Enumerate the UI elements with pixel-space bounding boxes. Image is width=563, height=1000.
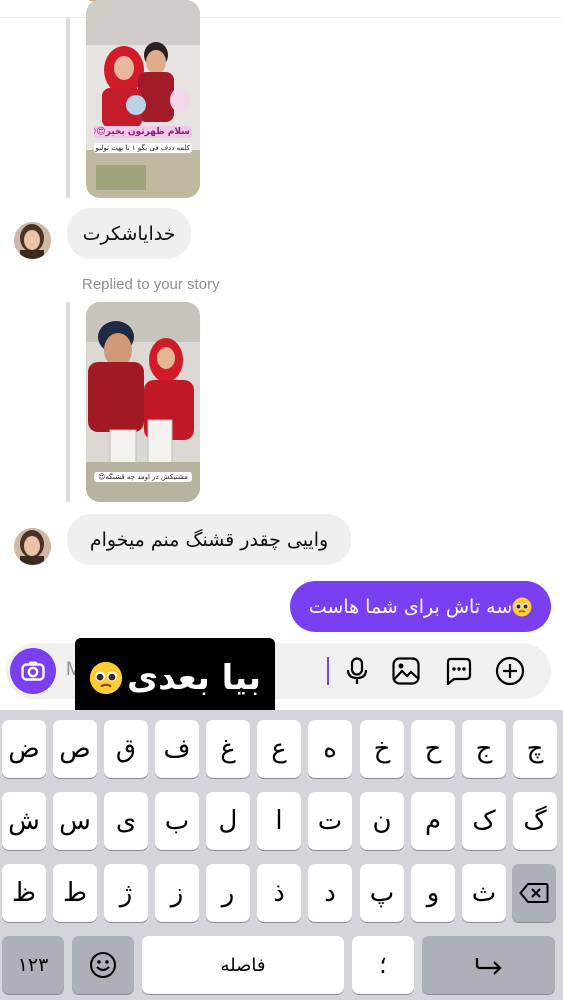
key[interactable]: ق bbox=[104, 720, 148, 778]
key[interactable]: ل bbox=[206, 792, 250, 850]
persian-keyboard: چ ج ح خ ه ع غ ف ق ص ض گ ک م ن ت ا ل ب ی … bbox=[0, 710, 563, 1000]
emoji-key[interactable] bbox=[72, 936, 134, 994]
key[interactable]: ت bbox=[308, 792, 352, 850]
avatar-image bbox=[14, 528, 51, 565]
key[interactable]: ی bbox=[104, 792, 148, 850]
pleading-face-icon bbox=[512, 597, 532, 616]
story-reply-line bbox=[66, 302, 70, 502]
avatar-image bbox=[14, 222, 51, 259]
punctuation-key[interactable]: ؛ bbox=[352, 936, 414, 994]
plus-button[interactable] bbox=[492, 653, 528, 689]
key[interactable]: ن bbox=[360, 792, 404, 850]
key[interactable]: چ bbox=[513, 720, 557, 778]
camera-icon bbox=[21, 661, 45, 681]
key[interactable]: غ bbox=[206, 720, 250, 778]
key[interactable]: گ bbox=[513, 792, 557, 850]
key[interactable]: پ bbox=[360, 864, 404, 922]
key[interactable]: ش bbox=[2, 792, 46, 850]
backspace-key[interactable] bbox=[512, 864, 556, 922]
key[interactable]: ژ bbox=[104, 864, 148, 922]
space-key[interactable]: فاصله bbox=[142, 936, 344, 994]
sender-avatar[interactable] bbox=[14, 222, 51, 259]
key[interactable]: م bbox=[411, 792, 455, 850]
return-icon bbox=[475, 958, 502, 975]
key[interactable]: ج bbox=[462, 720, 506, 778]
gallery-button[interactable] bbox=[388, 653, 424, 689]
message-bubble-incoming[interactable]: خدایاشکرت bbox=[67, 208, 191, 259]
key[interactable]: ز bbox=[155, 864, 199, 922]
key[interactable]: ط bbox=[53, 864, 97, 922]
story-caption-top: سلام ظهرتون بخیر😍😍 bbox=[94, 126, 192, 138]
microphone-icon bbox=[346, 657, 368, 684]
key[interactable]: ص bbox=[53, 720, 97, 778]
key[interactable]: ف bbox=[155, 720, 199, 778]
microphone-button[interactable] bbox=[339, 653, 375, 689]
top-bar-remnant bbox=[0, 0, 563, 18]
emoji-icon bbox=[90, 952, 116, 978]
sticker-button[interactable] bbox=[440, 653, 476, 689]
key[interactable]: ب bbox=[155, 792, 199, 850]
key[interactable]: ه bbox=[308, 720, 352, 778]
story-reply-line bbox=[66, 18, 70, 198]
sender-avatar[interactable] bbox=[14, 528, 51, 565]
key[interactable]: ذ bbox=[257, 864, 301, 922]
plus-icon bbox=[495, 656, 525, 686]
story-caption-bottom: کلمه ددف فی بگو ۱ تا بهت تولیو بدم😍 bbox=[94, 143, 192, 153]
key[interactable]: ک bbox=[462, 792, 506, 850]
pleading-face-icon bbox=[89, 661, 123, 694]
key[interactable]: س bbox=[53, 792, 97, 850]
replied-to-story-label: Replied to your story bbox=[82, 276, 220, 293]
key[interactable]: خ bbox=[360, 720, 404, 778]
message-bubble-incoming[interactable]: واییی چقدر قشنگ منم میخوام bbox=[67, 514, 351, 565]
key[interactable]: ر bbox=[206, 864, 250, 922]
backspace-icon bbox=[519, 883, 549, 903]
story-caption: مشتیکش در اومد چه قشنگه😍 bbox=[94, 472, 192, 482]
message-text: سه تاش برای شما هاست bbox=[308, 595, 513, 618]
dm-screen: سلام ظهرتون بخیر😍😍 کلمه ددف فی بگو ۱ تا … bbox=[0, 0, 563, 1000]
key[interactable]: ع bbox=[257, 720, 301, 778]
message-bubble-outgoing[interactable]: سه تاش برای شما هاست bbox=[290, 581, 551, 632]
key[interactable]: ا bbox=[257, 792, 301, 850]
numbers-key[interactable]: ۱۲۳ bbox=[2, 936, 64, 994]
key[interactable]: ح bbox=[411, 720, 455, 778]
key[interactable]: ض bbox=[2, 720, 46, 778]
text-sticker-overlay[interactable]: بیا بعدی bbox=[75, 638, 275, 717]
key[interactable]: ظ bbox=[2, 864, 46, 922]
sticker-chat-icon bbox=[446, 657, 472, 685]
key[interactable]: د bbox=[308, 864, 352, 922]
story-thumbnail[interactable]: سلام ظهرتون بخیر😍😍 کلمه ددف فی بگو ۱ تا … bbox=[86, 0, 200, 198]
message-text: واییی چقدر قشنگ منم میخوام bbox=[89, 528, 329, 551]
story-thumbnail[interactable]: مشتیکش در اومد چه قشنگه😍 bbox=[86, 302, 200, 502]
gallery-icon bbox=[392, 657, 420, 685]
key[interactable]: و bbox=[411, 864, 455, 922]
story-photo-1 bbox=[86, 0, 200, 198]
camera-button[interactable] bbox=[10, 648, 56, 694]
sticker-text: بیا بعدی bbox=[127, 657, 262, 698]
key[interactable]: ث bbox=[462, 864, 506, 922]
message-text: خدایاشکرت bbox=[82, 222, 176, 245]
return-key[interactable] bbox=[422, 936, 555, 994]
text-caret bbox=[327, 657, 329, 685]
